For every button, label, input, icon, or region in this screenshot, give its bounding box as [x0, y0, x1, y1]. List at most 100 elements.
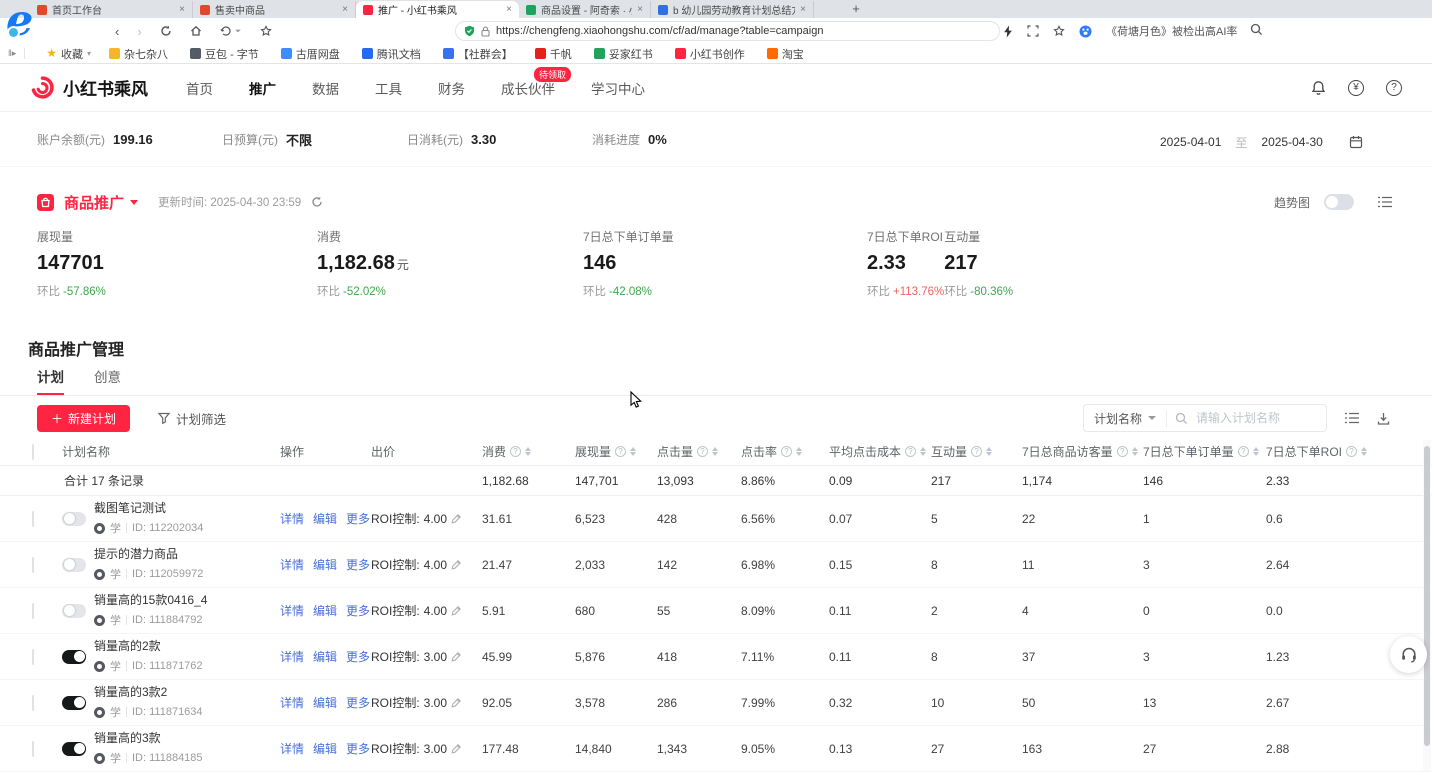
plan-name[interactable]: 销量高的3款: [94, 731, 203, 746]
address-bar[interactable]: https://chengfeng.xiaohongshu.com/cf/ad/…: [455, 21, 1000, 41]
bookmark-item[interactable]: 小红书创作: [666, 46, 758, 62]
edit-bid-icon[interactable]: [451, 743, 462, 754]
toolbar-search-icon[interactable]: [1250, 23, 1263, 36]
select-all-checkbox[interactable]: [32, 444, 34, 460]
trend-chart-toggle[interactable]: [1324, 194, 1354, 210]
help-icon[interactable]: ?: [1386, 80, 1402, 96]
new-tab-button[interactable]: +: [845, 0, 867, 17]
promo-type-selector[interactable]: 商品推广: [64, 192, 138, 213]
sort-icon[interactable]: [1361, 447, 1367, 456]
sidebar-toggle-icon[interactable]: ‖▸: [8, 48, 25, 59]
history-icon[interactable]: [220, 25, 242, 37]
more-link[interactable]: 更多: [346, 694, 370, 711]
help-tooltip-icon[interactable]: ?: [905, 446, 916, 457]
column-header[interactable]: 平均点击成本 ?: [829, 443, 931, 460]
edit-bid-icon[interactable]: [451, 513, 462, 524]
column-header[interactable]: 7日总下单订单量 ?: [1143, 443, 1266, 460]
tab-close-icon[interactable]: ×: [800, 4, 806, 15]
favorites-icon[interactable]: [260, 25, 272, 37]
sort-icon[interactable]: [986, 447, 992, 456]
more-link[interactable]: 更多: [346, 510, 370, 527]
row-checkbox[interactable]: [32, 511, 34, 527]
column-header[interactable]: 操作 ?: [280, 443, 371, 460]
lightning-icon[interactable]: [1003, 25, 1013, 38]
plan-filter-button[interactable]: 计划筛选: [158, 409, 226, 428]
help-tooltip-icon[interactable]: ?: [510, 446, 521, 457]
bookmark-item[interactable]: 妥家红书: [585, 46, 666, 62]
edit-link[interactable]: 编辑: [313, 602, 337, 619]
plugin-paw-icon[interactable]: [1079, 25, 1092, 38]
star-icon[interactable]: [1053, 25, 1065, 37]
browser-tab[interactable]: 售卖中商品 ×: [193, 1, 356, 18]
column-header[interactable]: 展现量 ?: [575, 443, 657, 460]
plan-status-toggle[interactable]: [62, 604, 86, 618]
forward-icon[interactable]: ›: [137, 24, 141, 39]
edit-link[interactable]: 编辑: [313, 510, 337, 527]
reload-icon[interactable]: [160, 25, 172, 37]
browser-tab[interactable]: 商品设置 - 阿奇索 · 小红书自动… ×: [519, 1, 651, 18]
sort-icon[interactable]: [630, 447, 636, 456]
sort-icon[interactable]: [920, 447, 926, 456]
download-icon[interactable]: [1377, 412, 1390, 425]
search-field-select[interactable]: 计划名称: [1094, 410, 1167, 427]
plan-search-input[interactable]: [1196, 411, 1316, 425]
help-tooltip-icon[interactable]: ?: [1346, 446, 1357, 457]
help-tooltip-icon[interactable]: ?: [1238, 446, 1249, 457]
help-tooltip-icon[interactable]: ?: [697, 446, 708, 457]
bookmark-item[interactable]: 【社群会】: [434, 46, 526, 62]
plan-name[interactable]: 截图笔记测试: [94, 501, 203, 516]
notification-bell-icon[interactable]: [1311, 80, 1326, 96]
bookmark-item[interactable]: 腾讯文档: [353, 46, 434, 62]
plan-status-toggle[interactable]: [62, 650, 86, 664]
sort-icon[interactable]: [796, 447, 802, 456]
customer-service-button[interactable]: [1390, 636, 1427, 673]
row-checkbox[interactable]: [32, 741, 34, 757]
tab-close-icon[interactable]: ×: [179, 4, 185, 15]
manage-tab[interactable]: 创意: [94, 366, 121, 395]
plan-status-toggle[interactable]: [62, 696, 86, 710]
balance-icon[interactable]: ¥: [1348, 80, 1364, 96]
new-plan-button[interactable]: ＋ 新建计划: [37, 405, 130, 432]
column-settings-icon[interactable]: [1345, 412, 1359, 424]
detail-link[interactable]: 详情: [280, 648, 304, 665]
plan-name[interactable]: 销量高的2款: [94, 639, 203, 654]
capture-icon[interactable]: [1027, 25, 1039, 37]
nav-item[interactable]: 学习中心: [591, 78, 645, 98]
edit-link[interactable]: 编辑: [313, 556, 337, 573]
edit-bid-icon[interactable]: [451, 651, 462, 662]
sort-icon[interactable]: [525, 447, 531, 456]
column-header[interactable]: 7日总下单ROI ?: [1266, 443, 1432, 460]
detail-link[interactable]: 详情: [280, 694, 304, 711]
vertical-scrollbar[interactable]: [1423, 440, 1431, 771]
more-link[interactable]: 更多: [346, 740, 370, 757]
back-icon[interactable]: ‹: [115, 24, 119, 39]
plan-status-toggle[interactable]: [62, 512, 86, 526]
column-header[interactable]: 互动量 ?: [931, 443, 1022, 460]
bookmark-item[interactable]: 收藏 ▾: [37, 46, 100, 62]
help-tooltip-icon[interactable]: ?: [1117, 446, 1128, 457]
column-header[interactable]: 出价 ?: [371, 443, 482, 460]
help-tooltip-icon[interactable]: ?: [971, 446, 982, 457]
refresh-icon[interactable]: [311, 196, 323, 208]
browser-tab[interactable]: 首页工作台 ×: [30, 1, 193, 18]
nav-item[interactable]: 首页: [186, 78, 213, 98]
bookmark-item[interactable]: 豆包 - 字节: [181, 46, 272, 62]
plan-name[interactable]: 提示的潜力商品: [94, 547, 203, 562]
row-checkbox[interactable]: [32, 603, 34, 619]
edit-bid-icon[interactable]: [451, 605, 462, 616]
bookmark-item[interactable]: 杂七杂八: [100, 46, 181, 62]
browser-tab[interactable]: b 幼儿园劳动教育计划总结方案… ×: [651, 1, 814, 18]
help-tooltip-icon[interactable]: ?: [781, 446, 792, 457]
detail-link[interactable]: 详情: [280, 510, 304, 527]
date-end-input[interactable]: 2025-04-30: [1261, 135, 1322, 149]
row-checkbox[interactable]: [32, 557, 34, 573]
tab-close-icon[interactable]: ×: [637, 4, 643, 15]
tab-close-icon[interactable]: ×: [506, 4, 512, 15]
edit-bid-icon[interactable]: [451, 559, 462, 570]
date-start-input[interactable]: 2025-04-01: [1160, 135, 1221, 149]
edit-link[interactable]: 编辑: [313, 648, 337, 665]
nav-item[interactable]: 推广: [249, 78, 276, 98]
home-icon[interactable]: [190, 25, 202, 37]
detail-link[interactable]: 详情: [280, 602, 304, 619]
nav-item[interactable]: 工具: [375, 78, 402, 98]
